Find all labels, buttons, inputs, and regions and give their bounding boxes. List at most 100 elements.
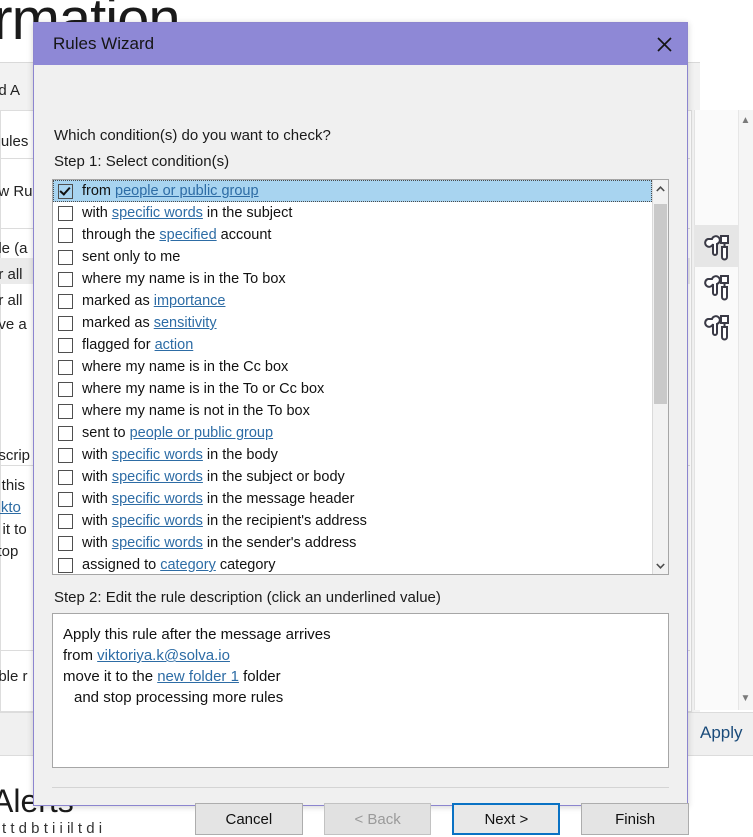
condition-list-item[interactable]: assigned to category category <box>53 554 652 575</box>
text-span: in the subject <box>203 205 292 221</box>
condition-list-item[interactable]: marked as sensitivity <box>53 312 652 334</box>
condition-checkbox[interactable] <box>58 426 73 441</box>
background-text-fragment[interactable]: vikto <box>0 499 21 516</box>
text-span: with <box>82 447 112 463</box>
underlined-value-link[interactable]: people or public group <box>115 183 259 199</box>
cancel-button[interactable]: Cancel <box>195 803 303 835</box>
underlined-value-link[interactable]: new folder 1 <box>157 668 239 685</box>
condition-list-item[interactable]: sent to people or public group <box>53 422 652 444</box>
conditions-scrollbar[interactable] <box>652 180 668 574</box>
scroll-down-icon[interactable]: ▼ <box>738 690 753 707</box>
condition-label: with specific words in the recipient's a… <box>82 513 367 529</box>
text-span: from <box>82 183 115 199</box>
underlined-value-link[interactable]: specific words <box>112 491 203 507</box>
condition-checkbox[interactable] <box>58 250 73 265</box>
condition-checkbox[interactable] <box>58 294 73 309</box>
condition-list-item[interactable]: where my name is in the To or Cc box <box>53 378 652 400</box>
dialog-question: Which condition(s) do you want to check? <box>54 127 331 144</box>
condition-list-item[interactable]: from people or public group <box>53 180 652 202</box>
underlined-value-link[interactable]: specific words <box>112 469 203 485</box>
condition-checkbox[interactable] <box>58 448 73 463</box>
text-span: through the <box>82 227 159 243</box>
background-text-fragment: escrip <box>0 447 30 464</box>
condition-list-item[interactable]: through the specified account <box>53 224 652 246</box>
underlined-value-link[interactable]: people or public group <box>130 425 274 441</box>
condition-checkbox[interactable] <box>58 206 73 221</box>
condition-checkbox[interactable] <box>58 184 73 199</box>
scrollbar-thumb[interactable] <box>654 204 667 404</box>
next-button[interactable]: Next > <box>452 803 560 835</box>
wrench-settings-icon[interactable] <box>702 232 736 266</box>
underlined-value-link[interactable]: action <box>155 337 194 353</box>
underlined-value-link[interactable]: viktoriya.k@solva.io <box>97 647 230 664</box>
background-text-fragment: y this <box>0 477 25 494</box>
background-text-fragment: ew Ru <box>0 183 33 200</box>
close-icon[interactable] <box>641 23 687 65</box>
condition-label: assigned to category category <box>82 557 275 573</box>
chevron-up-icon[interactable] <box>653 180 668 197</box>
condition-list-item[interactable]: where my name is in the Cc box <box>53 356 652 378</box>
rule-description-line: move it to the new folder 1 folder <box>63 666 668 687</box>
underlined-value-link[interactable]: importance <box>154 293 226 309</box>
condition-checkbox[interactable] <box>58 382 73 397</box>
condition-checkbox[interactable] <box>58 228 73 243</box>
text-span: with <box>82 513 112 529</box>
condition-label: marked as importance <box>82 293 225 309</box>
underlined-value-link[interactable]: sensitivity <box>154 315 217 331</box>
condition-checkbox[interactable] <box>58 272 73 287</box>
condition-list-item[interactable]: with specific words in the body <box>53 444 652 466</box>
rule-description-line: and stop processing more rules <box>63 687 668 708</box>
text-span: where my name is in the To or Cc box <box>82 381 324 397</box>
condition-list-item[interactable]: where my name is in the To box <box>53 268 652 290</box>
dialog-titlebar[interactable]: Rules Wizard <box>34 23 687 65</box>
underlined-value-link[interactable]: category <box>160 557 216 573</box>
condition-checkbox[interactable] <box>58 558 73 573</box>
underlined-value-link[interactable]: specific words <box>112 447 203 463</box>
background-text-fragment: stop <box>0 543 18 560</box>
condition-list-item[interactable]: sent only to me <box>53 246 652 268</box>
rule-description-box[interactable]: Apply this rule after the message arrive… <box>52 613 669 768</box>
wrench-settings-icon[interactable] <box>702 312 736 346</box>
dialog-button-row: Cancel< BackNext >Finish <box>34 803 689 835</box>
background-text-fragment: ule (a <box>0 240 28 257</box>
condition-checkbox[interactable] <box>58 470 73 485</box>
condition-checkbox[interactable] <box>58 536 73 551</box>
underlined-value-link[interactable]: specified <box>159 227 216 243</box>
conditions-listbox[interactable]: from people or public group with specific… <box>52 179 669 575</box>
condition-list-item[interactable]: with specific words in the subject <box>53 202 652 224</box>
condition-checkbox[interactable] <box>58 492 73 507</box>
condition-list-item[interactable]: with specific words in the message heade… <box>53 488 652 510</box>
condition-label: with specific words in the message heade… <box>82 491 354 507</box>
step1-label: Step 1: Select condition(s) <box>54 153 229 170</box>
condition-label: with specific words in the subject or bo… <box>82 469 345 485</box>
background-apply-button[interactable]: Apply <box>700 719 753 747</box>
underlined-value-link[interactable]: specific words <box>112 513 203 529</box>
text-span: marked as <box>82 293 154 309</box>
condition-label: flagged for action <box>82 337 193 353</box>
condition-checkbox[interactable] <box>58 360 73 375</box>
chevron-down-icon[interactable] <box>653 557 668 574</box>
scroll-up-icon[interactable]: ▲ <box>738 112 753 129</box>
condition-checkbox[interactable] <box>58 316 73 331</box>
wrench-settings-icon[interactable] <box>702 272 736 306</box>
background-window-scrollbar[interactable] <box>738 110 753 710</box>
underlined-value-link[interactable]: specific words <box>112 205 203 221</box>
condition-checkbox[interactable] <box>58 404 73 419</box>
condition-list-item[interactable]: with specific words in the subject or bo… <box>53 466 652 488</box>
condition-checkbox[interactable] <box>58 514 73 529</box>
condition-label: sent only to me <box>82 249 180 265</box>
condition-checkbox[interactable] <box>58 338 73 353</box>
finish-button[interactable]: Finish <box>581 803 689 835</box>
text-span: with <box>82 491 112 507</box>
dialog-title: Rules Wizard <box>53 34 154 54</box>
condition-label: with specific words in the subject <box>82 205 292 221</box>
condition-list-item[interactable]: with specific words in the recipient's a… <box>53 510 652 532</box>
condition-label: where my name is in the Cc box <box>82 359 288 375</box>
condition-list-item[interactable]: with specific words in the sender's addr… <box>53 532 652 554</box>
text-span: marked as <box>82 315 154 331</box>
condition-list-item[interactable]: flagged for action <box>53 334 652 356</box>
background-text-fragment: or all <box>0 266 23 283</box>
condition-list-item[interactable]: marked as importance <box>53 290 652 312</box>
condition-list-item[interactable]: where my name is not in the To box <box>53 400 652 422</box>
underlined-value-link[interactable]: specific words <box>112 535 203 551</box>
